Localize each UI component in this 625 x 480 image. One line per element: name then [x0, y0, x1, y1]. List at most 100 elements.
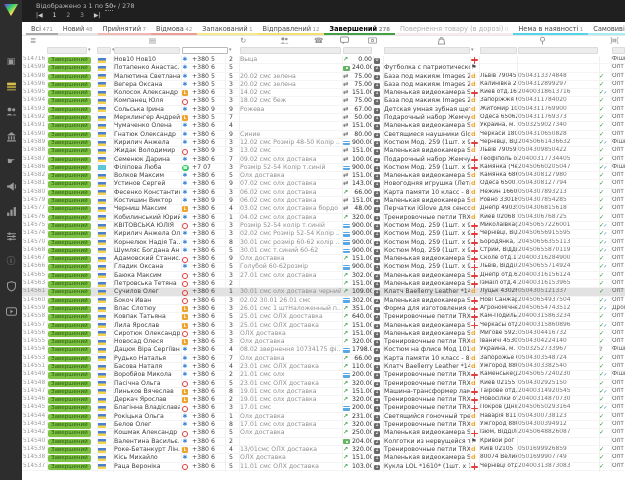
sidebar-item-bank[interactable]	[0, 130, 22, 146]
order-row[interactable]: 514544ЗавершенийРокіцька Ольга∗+380 61Ол…	[22, 413, 625, 421]
phone-column-icon[interactable]: ☎	[314, 36, 323, 45]
column-filter-input[interactable]	[518, 47, 598, 54]
tab-відправлений[interactable]: Відправлений12	[258, 22, 325, 35]
order-row[interactable]: 514590ЗавершенийГнатюк Олександр∗+380 69…	[22, 131, 625, 139]
order-row[interactable]: 514561ЗавершенийСучилов Олег+380 6130.01…	[22, 288, 625, 296]
column-filter-input[interactable]	[240, 47, 341, 54]
order-row[interactable]: 514586ЗавершенийФіліпова Люба☎+7 073Розм…	[22, 164, 625, 172]
order-row[interactable]: 514716ЗавершенийНов10 Нов10∗+380 52Выца↗…	[22, 56, 625, 64]
order-row[interactable]: 514593ЗавершенийСольська Ірина∗+380 99Ро…	[22, 106, 625, 114]
order-row[interactable]: 514554ЗавершенийДацюк Віра Сергіївна∗+38…	[22, 346, 625, 354]
order-row[interactable]: 514555ЗавершенийНовосад ОлесяL+380 63Олх…	[22, 338, 625, 346]
page-button-2[interactable]: 2	[66, 12, 70, 19]
sidebar-item-clients[interactable]	[0, 105, 22, 121]
sidebar-item-stats[interactable]	[0, 205, 22, 221]
order-row[interactable]: 514557ЗавершенийЛила ЯрославL+380 6325.0…	[22, 322, 625, 330]
column-filter-input[interactable]	[47, 47, 87, 54]
order-row[interactable]: 514591ЗавершенийЧумаченко Олена∗+380 64⇄…	[22, 122, 625, 130]
sidebar-item-security[interactable]	[0, 280, 22, 296]
column-filter-input[interactable]	[182, 47, 228, 54]
tab-прийнятий[interactable]: Прийнятий7	[98, 22, 151, 35]
order-row[interactable]: 514576ЗавершенийКобилинський Юрий∗+380 6…	[22, 214, 625, 222]
column-filter-input[interactable]	[97, 47, 111, 54]
order-row[interactable]: 514546ЗавершенийДеркач ЯрославL+380 6219…	[22, 396, 625, 404]
order-row[interactable]: 514563ЗавершенийПетровська Тетяна+380 62…	[22, 280, 625, 288]
order-row[interactable]: 514540ЗавершенийВалентина Васильє..∗+380…	[22, 438, 625, 446]
order-row[interactable]: 514565ЗавершенийБаюка Максим+380 6327.01…	[22, 272, 625, 280]
tab-нема-в-наявності[interactable]: Нема в наявності1	[513, 22, 588, 35]
filter-dropdown-icon[interactable]: ▾	[471, 47, 474, 53]
order-row[interactable]: 514577ЗавершенийЧерниш МаксимL+380 6403.…	[22, 205, 625, 213]
order-row[interactable]: 514559ЗавершенийВлас СлотюуL+380 6326.01…	[22, 305, 625, 313]
tab-завершений[interactable]: Завершений278	[324, 22, 395, 35]
payment-column-icon[interactable]	[368, 36, 377, 45]
order-row[interactable]: 514598ЗавершенийМалютина Светлана∗+380 5…	[22, 73, 625, 81]
order-row[interactable]: 514560ЗавершенийБокоч Иван+380 6302.02 3…	[22, 297, 625, 305]
order-row[interactable]: 514592ЗавершенийМерклингер АндрейL+380 5…	[22, 114, 625, 122]
order-row[interactable]: 514589ЗавершенийКирилич Анжела∗+380 6312…	[22, 139, 625, 147]
order-row[interactable]: 514548ЗавершенийПасічна Ольга+380 6523.0…	[22, 380, 625, 388]
first-page-button[interactable]: |◀	[36, 12, 43, 19]
filter-dropdown-icon[interactable]: ▾	[88, 47, 91, 53]
tab-запакований[interactable]: Запакований1	[197, 22, 257, 35]
tab-всі[interactable]: Всі471	[26, 22, 58, 35]
status-column-icon[interactable]: ▤	[149, 36, 156, 45]
order-row[interactable]: 514575ЗавершенийКВІТОВСЬКА ЮЛІЯ+380 63Ро…	[22, 222, 625, 230]
order-row[interactable]: 514587ЗавершенийСеменюк Дарина∗+380 6709…	[22, 156, 625, 164]
last-page-button[interactable]: ▶|	[94, 12, 101, 19]
order-row[interactable]: 514553ЗавершенийРудько Наталья∗+380 67Ол…	[22, 355, 625, 363]
order-row[interactable]: 514538ЗавершенийКісь Михайло∗+380 65ОЛХ …	[22, 454, 625, 462]
order-row[interactable]: 514545ЗавершенийБлагінна Владіслава+380 …	[22, 404, 625, 412]
order-row[interactable]: 514594ЗавершенийКомпанец Юля+380 5318.02…	[22, 97, 625, 105]
order-row[interactable]: 514574ЗавершенийКирилич Анжела Ол..∗+380…	[22, 230, 625, 238]
tab-повернення-товару-в-дорозі-[interactable]: Повернення товару (в дорозі)0	[395, 22, 513, 35]
order-row[interactable]: 514547ЗавершенийЛиньков ВячеславL+380 68…	[22, 388, 625, 396]
sidebar-item-video[interactable]	[0, 305, 22, 321]
order-row[interactable]: 514570ЗавершенийКорнелюк Надія Та..∗+380…	[22, 239, 625, 247]
order-row[interactable]: 514566ЗавершенийГладик Оксана∗+380 65Гол…	[22, 263, 625, 271]
order-row[interactable]: 514558ЗавершенийКовпак ТатьянаL+380 6525…	[22, 313, 625, 321]
product-column-icon[interactable]	[437, 36, 446, 45]
tab-новий[interactable]: Новий48	[58, 22, 98, 35]
tab-відмова[interactable]: Відмова42	[151, 22, 197, 35]
order-row[interactable]: 514588ЗавершенийЖидак Володимир+380 9313…	[22, 147, 625, 155]
ttn-column-icon[interactable]	[610, 36, 619, 45]
filter-dropdown-icon[interactable]: ▾	[229, 47, 232, 53]
order-row[interactable]: 514539ЗавершенийРоке-Бетанкурт Лін..L+38…	[22, 446, 625, 454]
order-row[interactable]: 514580ЗавершенийФесенко Константин∗+380 …	[22, 189, 625, 197]
column-filter-input[interactable]	[612, 47, 625, 54]
column-filter-input[interactable]	[480, 47, 517, 54]
order-row[interactable]: 514556ЗавершенийСиротюк Олександр+380 63…	[22, 330, 625, 338]
refresh-column-icon[interactable]: ↻	[240, 36, 246, 45]
order-row[interactable]: 514537ЗавершенийРаца Вероніка+380 6511.0…	[22, 463, 625, 471]
order-row[interactable]: 514595ЗавершенийКолосок АлександрL+380 6…	[22, 89, 625, 97]
column-filter-input[interactable]	[114, 47, 180, 54]
order-row[interactable]: 514567ЗавершенийАдамовский Станис..+380 …	[22, 255, 625, 263]
order-row[interactable]: 514549ЗавершенийВоробйов Микола∗+380 622…	[22, 371, 625, 379]
sidebar-item-promo[interactable]: ☛	[0, 155, 22, 171]
page-button-1[interactable]: 1	[53, 12, 57, 19]
app-logo-icon[interactable]	[3, 2, 19, 16]
order-row[interactable]: 514599ЗавершенийПотапенко Анастас..∗+380…	[22, 64, 625, 72]
sidebar-item-orders[interactable]	[0, 80, 22, 96]
sidebar-item-settings[interactable]	[0, 230, 22, 246]
sidebar-item-announce[interactable]	[0, 180, 22, 196]
order-id-column-icon[interactable]: ≣	[30, 36, 36, 45]
tab-самовивіз[interactable]: Самовивіз2	[588, 22, 625, 35]
address-column-icon[interactable]	[538, 36, 547, 45]
order-row[interactable]: 514582ЗавершенийВолков Максим∗+380 65Олх…	[22, 172, 625, 180]
order-row[interactable]: 514551ЗавершенийБасова Наталя∗+380 6423.…	[22, 363, 625, 371]
sidebar-item-info[interactable]: ⓘ	[0, 255, 22, 271]
clients-column-icon[interactable]	[280, 36, 289, 45]
page-button-3[interactable]: 3	[80, 12, 84, 19]
order-row[interactable]: 514579ЗавершенийКостишин Виктор∗+380 990…	[22, 197, 625, 205]
order-row[interactable]: 514581ЗавершенийУстинов Сергей∗+380 6907…	[22, 180, 625, 188]
order-row[interactable]: 514596ЗавершенийВегера Оксана∗+380 5320.…	[22, 81, 625, 89]
comment-column-icon[interactable]	[340, 36, 349, 45]
column-filter-input[interactable]	[343, 47, 372, 54]
order-row[interactable]: 514543ЗавершенийБелов Олег∗+380 6817.01 …	[22, 421, 625, 429]
order-row[interactable]: 514568ЗавершенийШумляс Богдана Ан..∗+380…	[22, 247, 625, 255]
order-row[interactable]: 514542ЗавершенийКошмак Александр+380 65О…	[22, 429, 625, 437]
sidebar-item-feed[interactable]: ▣	[0, 55, 22, 71]
column-filter-input[interactable]	[384, 47, 470, 54]
